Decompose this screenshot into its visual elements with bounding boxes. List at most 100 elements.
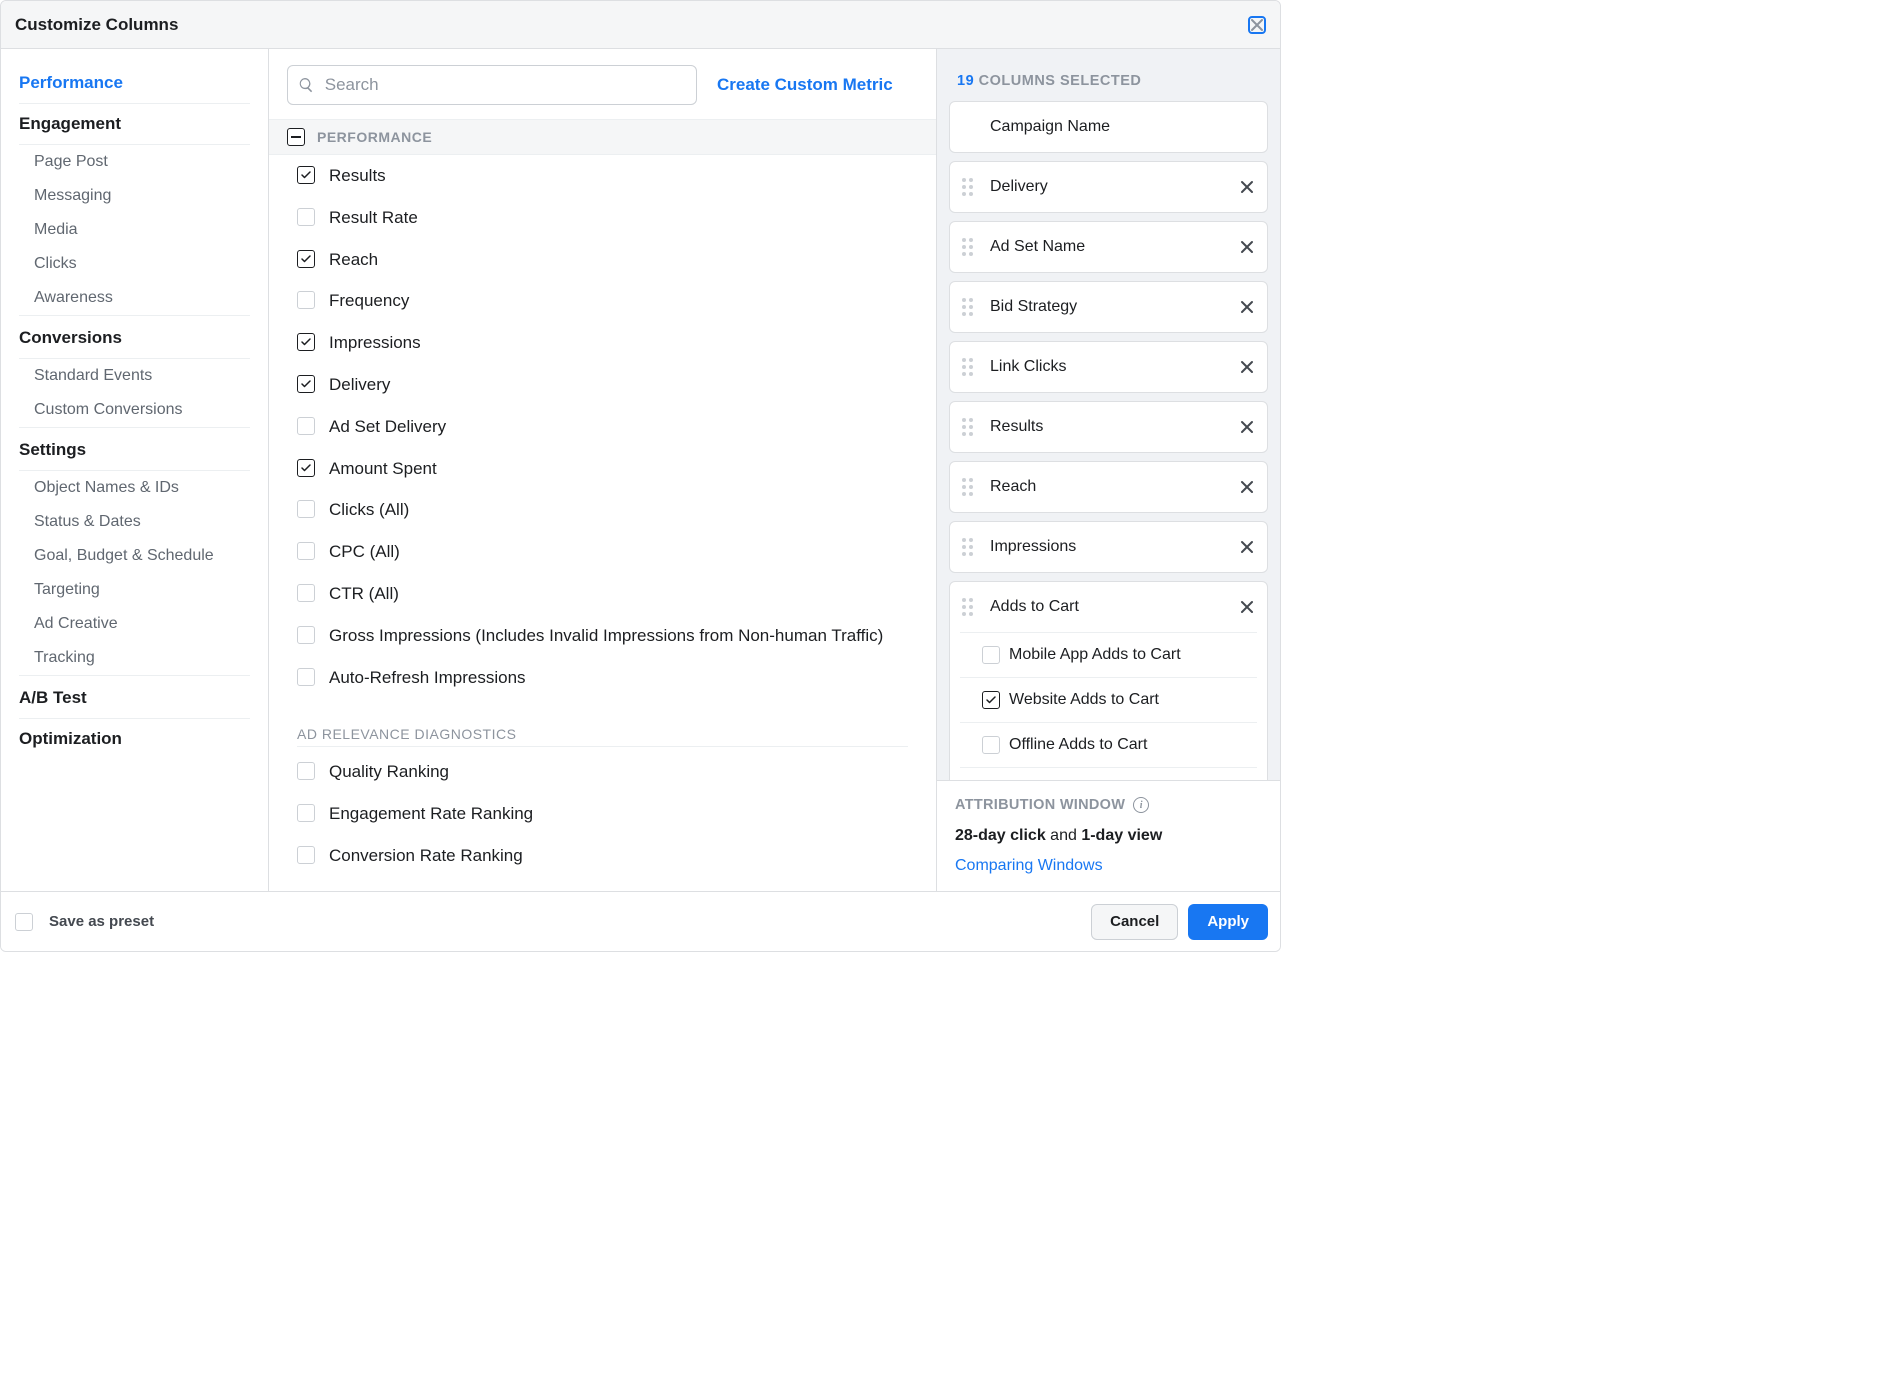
comparing-windows-link[interactable]: Comparing Windows bbox=[955, 857, 1262, 875]
breakdown-row[interactable]: On-Facebook Add to bbox=[960, 767, 1257, 780]
remove-column-button[interactable] bbox=[1237, 477, 1257, 497]
modal-title: Customize Columns bbox=[15, 15, 178, 35]
sidebar-group-optimization[interactable]: Optimization bbox=[19, 719, 250, 759]
selected-column-item[interactable]: Bid Strategy bbox=[949, 281, 1268, 333]
apply-button[interactable]: Apply bbox=[1188, 904, 1268, 940]
drag-handle-icon[interactable] bbox=[962, 598, 978, 616]
metric-checkbox[interactable] bbox=[297, 584, 315, 602]
metric-checkbox[interactable] bbox=[297, 250, 315, 268]
metric-row[interactable]: Delivery bbox=[269, 364, 936, 406]
create-custom-metric-link[interactable]: Create Custom Metric bbox=[717, 75, 893, 95]
selected-column-name: Link Clicks bbox=[990, 358, 1237, 376]
tristate-checkbox[interactable] bbox=[287, 128, 305, 146]
sidebar-sub-media[interactable]: Media bbox=[19, 213, 250, 247]
preset-checkbox[interactable] bbox=[15, 913, 33, 931]
sidebar-sub-clicks[interactable]: Clicks bbox=[19, 247, 250, 281]
sidebar-sub-goal-budget[interactable]: Goal, Budget & Schedule bbox=[19, 539, 250, 573]
drag-handle-icon[interactable] bbox=[962, 238, 978, 256]
sidebar-sub-ad-creative[interactable]: Ad Creative bbox=[19, 607, 250, 641]
sidebar-group-performance[interactable]: Performance bbox=[19, 63, 250, 104]
metric-checkbox[interactable] bbox=[297, 542, 315, 560]
metric-row[interactable]: Frequency bbox=[269, 280, 936, 322]
metric-checkbox[interactable] bbox=[297, 291, 315, 309]
drag-handle-icon[interactable] bbox=[962, 178, 978, 196]
sidebar-sub-object-names[interactable]: Object Names & IDs bbox=[19, 471, 250, 505]
metric-row[interactable]: Amount Spent bbox=[269, 448, 936, 490]
search-icon bbox=[298, 76, 315, 94]
search-input[interactable] bbox=[325, 75, 686, 95]
remove-column-button[interactable] bbox=[1237, 237, 1257, 257]
drag-handle-icon[interactable] bbox=[962, 478, 978, 496]
metric-checkbox[interactable] bbox=[297, 668, 315, 686]
metric-row[interactable]: Clicks (All) bbox=[269, 489, 936, 531]
sidebar-sub-tracking[interactable]: Tracking bbox=[19, 641, 250, 675]
remove-column-button[interactable] bbox=[1237, 297, 1257, 317]
metric-row[interactable]: Impressions bbox=[269, 322, 936, 364]
metric-checkbox[interactable] bbox=[297, 762, 315, 780]
metric-row[interactable]: CTR (All) bbox=[269, 573, 936, 615]
metric-checkbox[interactable] bbox=[297, 166, 315, 184]
search-box[interactable] bbox=[287, 65, 697, 105]
metric-checkbox[interactable] bbox=[297, 804, 315, 822]
sidebar-sub-status-dates[interactable]: Status & Dates bbox=[19, 505, 250, 539]
metric-row[interactable]: Conversion Rate Ranking bbox=[269, 835, 936, 877]
metric-checkbox[interactable] bbox=[297, 375, 315, 393]
metric-row[interactable]: Quality Ranking bbox=[269, 751, 936, 793]
cancel-button[interactable]: Cancel bbox=[1091, 904, 1178, 940]
metric-checkbox[interactable] bbox=[297, 500, 315, 518]
metric-row[interactable]: Auto-Refresh Impressions bbox=[269, 657, 936, 699]
metric-row[interactable]: Result Rate bbox=[269, 197, 936, 239]
sidebar-group-engagement[interactable]: Engagement bbox=[19, 104, 250, 145]
sidebar-sub-standard-events[interactable]: Standard Events bbox=[19, 359, 250, 393]
remove-column-button[interactable] bbox=[1237, 537, 1257, 557]
breakdown-checkbox[interactable] bbox=[982, 736, 1000, 754]
metric-checkbox[interactable] bbox=[297, 846, 315, 864]
metric-row[interactable]: CPC (All) bbox=[269, 531, 936, 573]
selected-column-item[interactable]: Reach bbox=[949, 461, 1268, 513]
sidebar-sub-awareness[interactable]: Awareness bbox=[19, 281, 250, 315]
remove-column-button[interactable] bbox=[1237, 177, 1257, 197]
drag-handle-icon[interactable] bbox=[962, 538, 978, 556]
sidebar-group-settings[interactable]: Settings bbox=[19, 430, 250, 471]
drag-handle-icon[interactable] bbox=[962, 298, 978, 316]
sidebar-group-ab-test[interactable]: A/B Test bbox=[19, 678, 250, 719]
sidebar-group-conversions[interactable]: Conversions bbox=[19, 318, 250, 359]
metric-checkbox[interactable] bbox=[297, 333, 315, 351]
breakdown-row[interactable]: Mobile App Adds to Cart bbox=[960, 633, 1257, 677]
metric-row[interactable]: Reach bbox=[269, 239, 936, 281]
breakdown-row[interactable]: Website Adds to Cart bbox=[960, 677, 1257, 722]
drag-handle-icon[interactable] bbox=[962, 418, 978, 436]
metric-checkbox[interactable] bbox=[297, 417, 315, 435]
metric-checkbox[interactable] bbox=[297, 208, 315, 226]
remove-column-button[interactable] bbox=[1237, 357, 1257, 377]
sidebar-sub-custom-conversions[interactable]: Custom Conversions bbox=[19, 393, 250, 427]
selected-column-item[interactable]: Results bbox=[949, 401, 1268, 453]
breakdown-checkbox[interactable] bbox=[982, 691, 1000, 709]
sidebar-sub-targeting[interactable]: Targeting bbox=[19, 573, 250, 607]
remove-column-button[interactable] bbox=[1237, 597, 1257, 617]
sidebar-sub-messaging[interactable]: Messaging bbox=[19, 179, 250, 213]
remove-column-button[interactable] bbox=[1237, 417, 1257, 437]
breakdown-row[interactable]: Offline Adds to Cart bbox=[960, 722, 1257, 767]
drag-handle-icon[interactable] bbox=[962, 358, 978, 376]
save-as-preset[interactable]: Save as preset bbox=[13, 913, 154, 931]
breakdown-checkbox[interactable] bbox=[982, 646, 1000, 664]
selected-column-item[interactable]: Delivery bbox=[949, 161, 1268, 213]
metric-row[interactable]: Results bbox=[269, 155, 936, 197]
section-performance-header[interactable]: PERFORMANCE bbox=[269, 119, 936, 155]
metric-row[interactable]: Gross Impressions (Includes Invalid Impr… bbox=[269, 615, 936, 657]
section-title: PERFORMANCE bbox=[317, 129, 432, 145]
metric-checkbox[interactable] bbox=[297, 626, 315, 644]
close-button[interactable] bbox=[1248, 16, 1266, 34]
metric-checkbox[interactable] bbox=[297, 459, 315, 477]
selected-column-item[interactable]: Adds to CartMobile App Adds to CartWebsi… bbox=[949, 581, 1268, 780]
selected-column-item[interactable]: Ad Set Name bbox=[949, 221, 1268, 273]
metric-row[interactable]: Engagement Rate Ranking bbox=[269, 793, 936, 835]
info-icon[interactable]: i bbox=[1133, 797, 1149, 813]
metric-row[interactable]: Ad Set Delivery bbox=[269, 406, 936, 448]
center-top: Create Custom Metric bbox=[269, 49, 936, 119]
selected-column-item[interactable]: Impressions bbox=[949, 521, 1268, 573]
sidebar-sub-page-post[interactable]: Page Post bbox=[19, 145, 250, 179]
selected-column-item[interactable]: Link Clicks bbox=[949, 341, 1268, 393]
selected-column-item[interactable]: Campaign Name bbox=[949, 101, 1268, 153]
